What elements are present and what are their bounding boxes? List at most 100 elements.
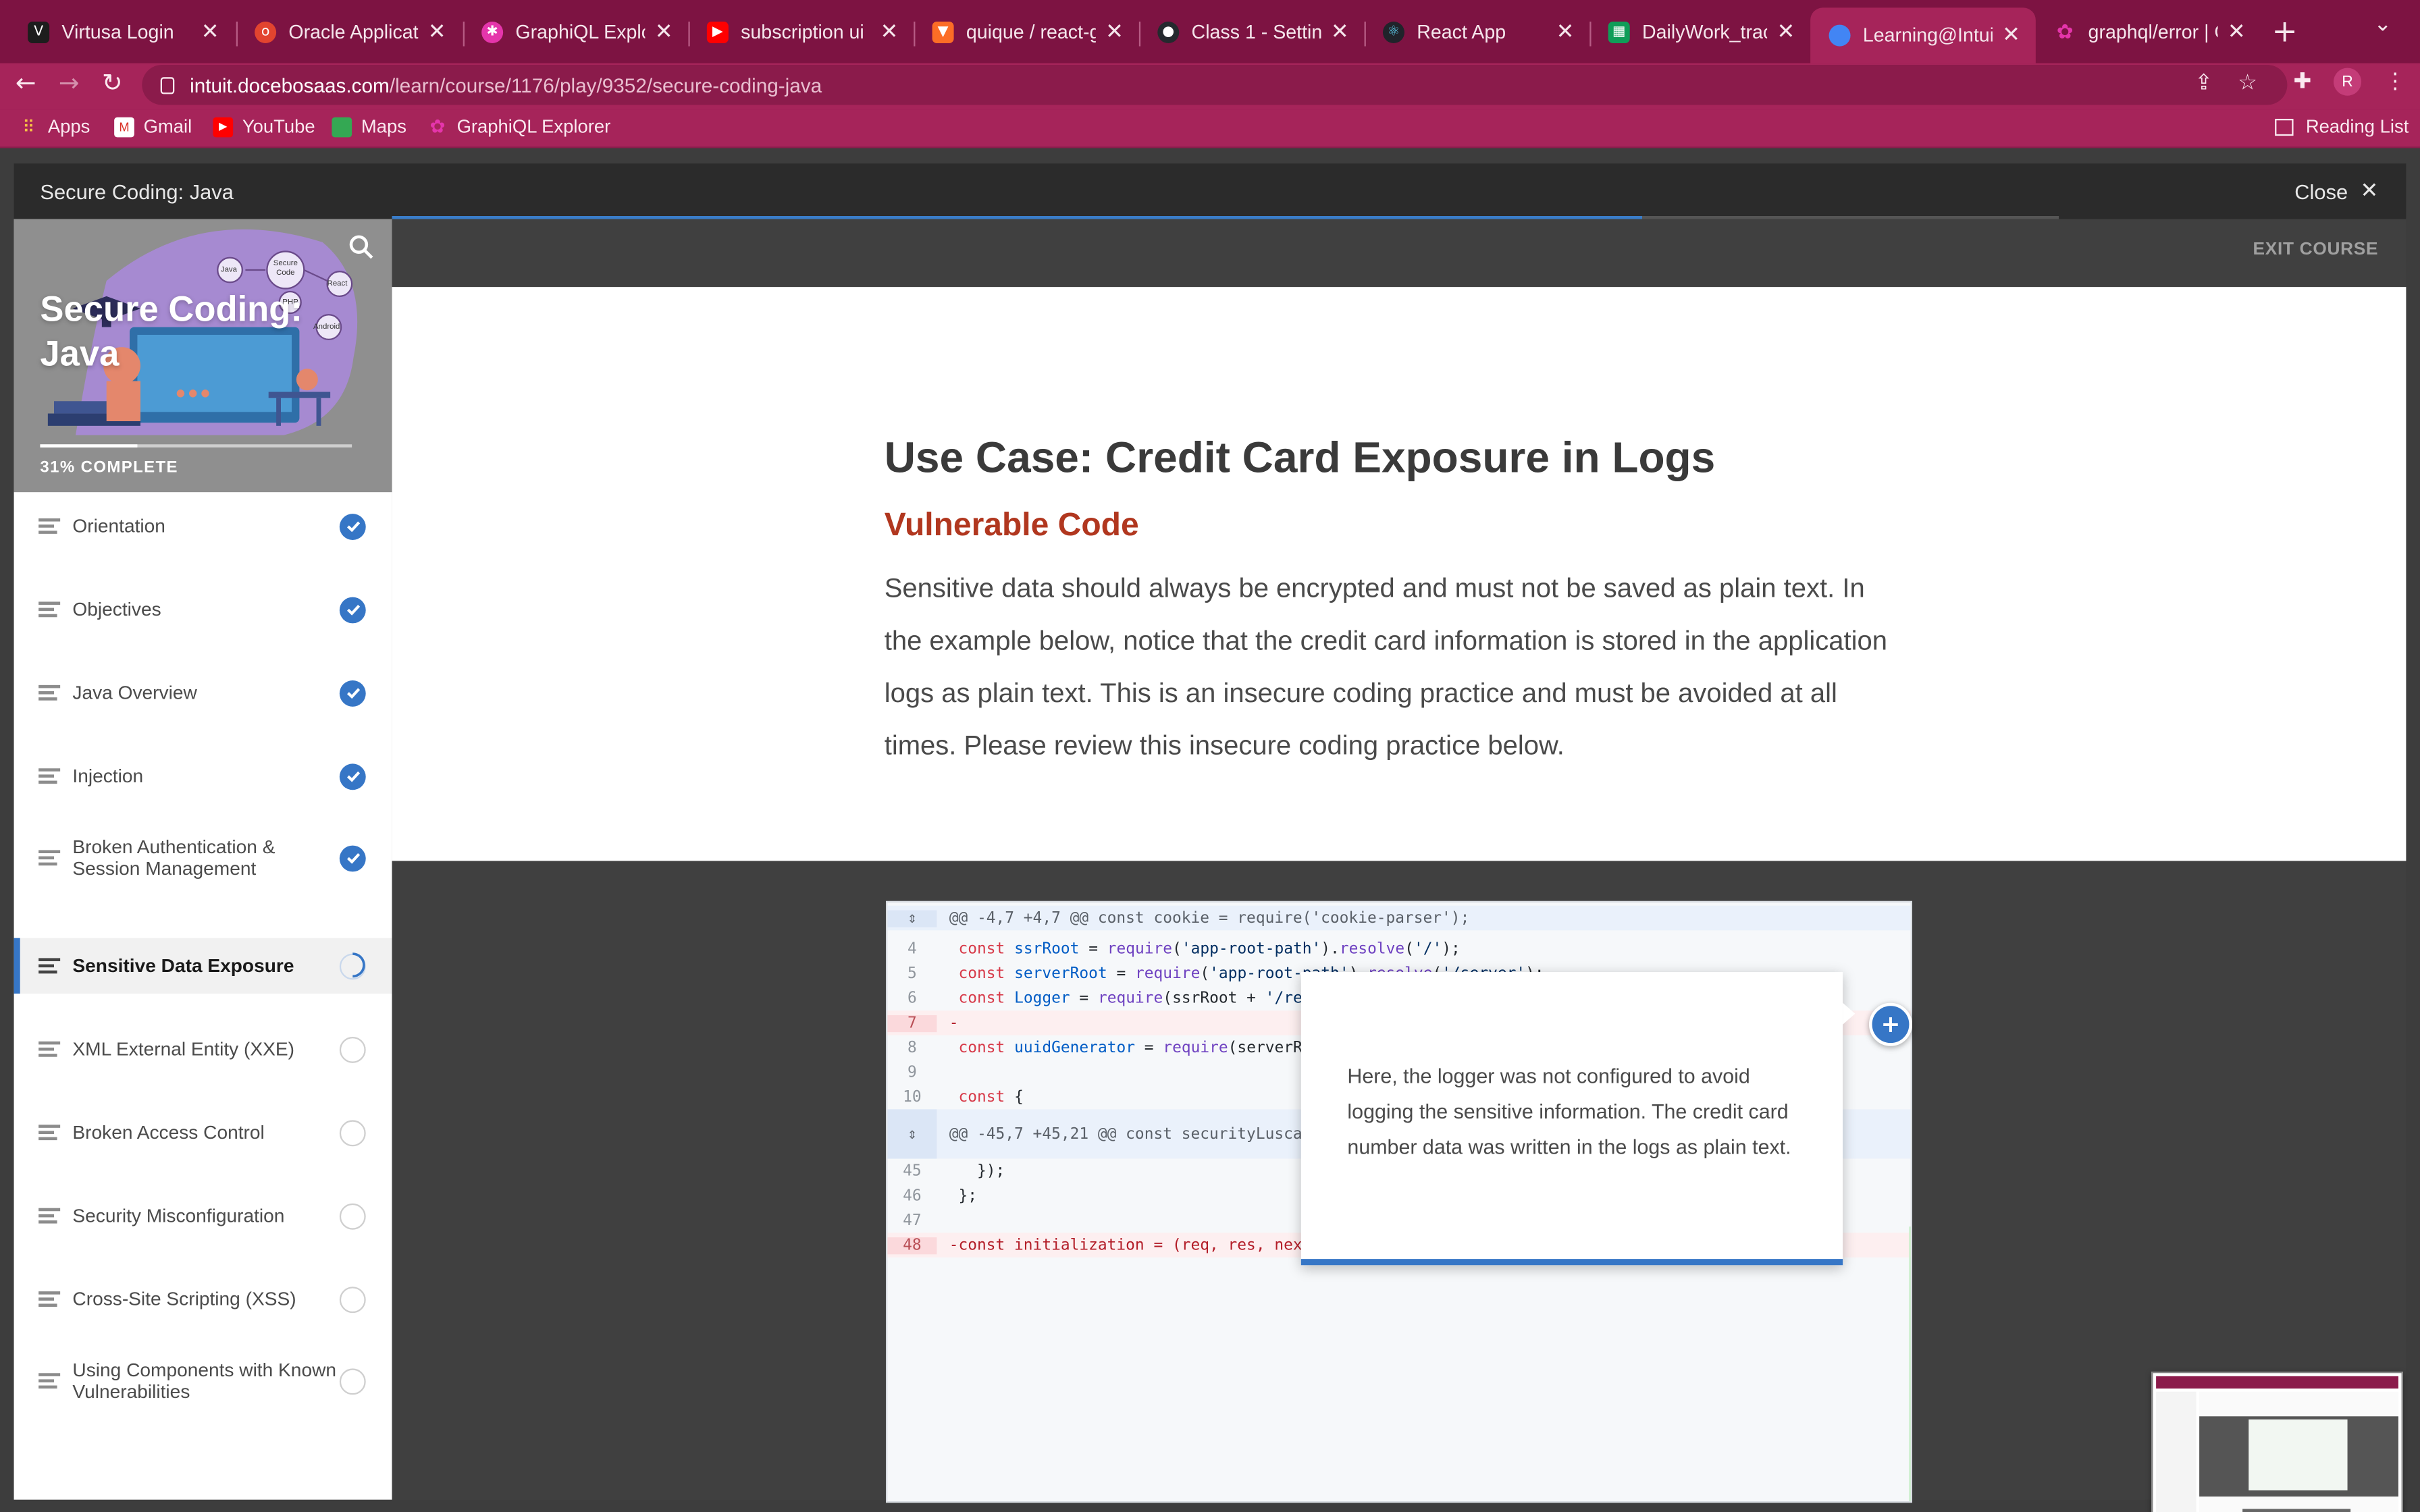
profile-avatar[interactable]: R — [2333, 68, 2362, 96]
extensions-puzzle-icon[interactable]: ✚ — [2294, 70, 2312, 94]
gitlab-icon: ▼ — [932, 21, 954, 43]
line-number: 47 — [903, 1212, 922, 1229]
line-number: 5 — [907, 965, 917, 982]
lesson-list-icon — [38, 1205, 61, 1227]
lesson-item[interactable]: Sensitive Data Exposure — [14, 938, 392, 994]
reading-list-label: Reading List — [2305, 115, 2409, 138]
tab-label: quique / react-gra — [966, 21, 1097, 43]
address-bar[interactable]: intuit.docebosaas.com/learn/course/1176/… — [142, 64, 2288, 105]
lesson-item[interactable]: Broken Access Control — [14, 1105, 392, 1160]
tab-youtube[interactable]: ▶ subscription ui re ✕ — [688, 7, 914, 57]
reload-icon[interactable]: ↻ — [102, 68, 123, 97]
tab-sheets[interactable]: ▦ DailyWork_tracker ✕ — [1589, 7, 1810, 57]
url-host: intuit.docebosaas.com — [190, 73, 390, 97]
code-text: const { — [958, 1088, 1024, 1106]
tab-github[interactable]: ● Class 1 - Setting u ✕ — [1139, 7, 1365, 57]
close-tab-icon[interactable]: ✕ — [1331, 20, 1349, 45]
search-icon[interactable] — [349, 234, 374, 259]
hunk-text: @@ -4,7 +4,7 @@ const cookie = require('… — [949, 909, 1470, 927]
in-progress-icon — [339, 952, 366, 979]
close-tab-icon[interactable]: ✕ — [880, 20, 898, 45]
completion-text: 31% COMPLETE — [40, 458, 178, 477]
graphiql-icon: ✱ — [481, 21, 504, 43]
tab-graphql-error[interactable]: ✿ graphql/error | Gra ✕ — [2036, 7, 2261, 57]
tab-graphiql[interactable]: ✱ GraphiQL Explorer ✕ — [463, 7, 689, 57]
reading-list-icon — [2275, 117, 2294, 135]
diff-hunk-header: ⇕ @@ -4,7 +4,7 @@ const cookie = require… — [887, 905, 1911, 931]
tab-label: Learning@Intuit — [1862, 24, 1993, 47]
player-header: Secure Coding: Java Close ✕ — [14, 163, 2406, 219]
lesson-list-icon — [38, 1038, 61, 1060]
bookmark-graphiql[interactable]: ✿ GraphiQL Explorer — [427, 115, 610, 137]
tab-search-chevron-icon[interactable]: ⌄ — [2373, 12, 2392, 37]
lesson-item[interactable]: Injection — [14, 749, 392, 804]
line-number: 7 — [887, 1014, 937, 1031]
apps-grid-icon: ⠿ — [22, 116, 35, 137]
lesson-item[interactable]: XML External Entity (XXE) — [14, 1021, 392, 1077]
exit-course-button[interactable]: EXIT COURSE — [2253, 241, 2379, 259]
line-number: 6 — [907, 990, 917, 1007]
code-text: -const initialization = (req, res, next)… — [949, 1236, 1349, 1254]
lesson-item[interactable]: Security Misconfiguration — [14, 1188, 392, 1243]
close-tab-icon[interactable]: ✕ — [428, 20, 446, 45]
close-tab-icon[interactable]: ✕ — [201, 20, 219, 45]
close-tab-icon[interactable]: ✕ — [2228, 20, 2246, 45]
lesson-item[interactable]: Objectives — [14, 582, 392, 637]
back-arrow-icon[interactable]: ← — [16, 68, 36, 97]
lesson-item[interactable]: Java Overview — [14, 665, 392, 720]
reading-list[interactable]: Reading List — [2275, 115, 2409, 137]
tab-gitlab[interactable]: ▼ quique / react-gra ✕ — [914, 7, 1139, 57]
lesson-list-icon — [38, 1288, 61, 1310]
lesson-item[interactable]: Orientation — [14, 498, 392, 554]
tab-label: graphql/error | Gra — [2088, 21, 2219, 43]
picture-in-picture-thumbnail[interactable] — [2151, 1371, 2403, 1512]
new-tab-icon[interactable]: + — [2272, 12, 2298, 49]
tab-learning-intuit[interactable]: Learning@Intuit ✕ — [1810, 7, 2036, 63]
bookmark-youtube[interactable]: ▶ YouTube — [213, 115, 315, 137]
bookmark-star-icon[interactable]: ☆ — [2238, 71, 2257, 96]
not-started-icon — [339, 1368, 366, 1395]
not-started-icon — [339, 1119, 366, 1146]
lock-icon[interactable] — [160, 76, 175, 94]
page-background: Secure Coding: Java Close ✕ Java Secure … — [0, 148, 2420, 1512]
lesson-item[interactable]: Using Components with Known Vulnerabilit… — [14, 1347, 392, 1415]
lesson-item[interactable]: Cross-Site Scripting (XSS) — [14, 1271, 392, 1326]
close-button[interactable]: Close ✕ — [2294, 179, 2378, 204]
code-text: - — [949, 1014, 959, 1031]
expand-icon[interactable]: ⇕ — [887, 1109, 937, 1159]
tab-oracle[interactable]: o Oracle Application ✕ — [236, 7, 462, 57]
lesson-list-icon — [38, 765, 61, 787]
close-tab-icon[interactable]: ✕ — [655, 20, 673, 45]
lesson-content: EXIT COURSE Use Case: Credit Card Exposu… — [392, 219, 2406, 1503]
share-icon[interactable]: ⇪ — [2194, 71, 2213, 96]
completed-check-icon — [339, 763, 366, 790]
bookmark-gmail[interactable]: M Gmail — [114, 115, 192, 137]
line-number: 8 — [907, 1039, 917, 1056]
course-hero: Java Secure Code React PHP Android Secur… — [14, 219, 392, 493]
close-icon: ✕ — [2360, 179, 2379, 204]
close-tab-icon[interactable]: ✕ — [1105, 20, 1124, 45]
close-tab-icon[interactable]: ✕ — [1777, 20, 1795, 45]
address-toolbar: ← → ↻ intuit.docebosaas.com/learn/course… — [0, 63, 2420, 110]
expand-icon[interactable]: ⇕ — [887, 909, 937, 927]
close-tab-icon[interactable]: ✕ — [2002, 23, 2020, 48]
lesson-item[interactable]: Broken Authentication & Session Manageme… — [14, 824, 392, 892]
bookmark-maps[interactable]: Maps — [332, 115, 406, 137]
browser-menu-icon[interactable]: ⋮ — [2384, 70, 2406, 94]
line-number: 48 — [887, 1236, 937, 1254]
forward-arrow-icon[interactable]: → — [59, 68, 80, 97]
tab-label: React App — [1417, 21, 1506, 43]
tab-virtusa[interactable]: V Virtusa Login ✕ — [9, 7, 235, 57]
hotspot-tooltip: Here, the logger was not configured to a… — [1300, 971, 1856, 1266]
graphiql-icon: ✿ — [429, 115, 446, 138]
bookmark-apps[interactable]: ⠿ Apps — [18, 115, 90, 137]
youtube-icon: ▶ — [706, 21, 729, 43]
badge-java: Java — [220, 265, 237, 275]
tab-label: Class 1 - Setting u — [1191, 21, 1322, 43]
tab-strip: V Virtusa Login ✕ o Oracle Application ✕… — [0, 0, 2420, 63]
hotspot-plus-button[interactable]: + — [1868, 1002, 1912, 1046]
bookmark-label: Maps — [361, 115, 406, 138]
tab-react[interactable]: ⚛ React App ✕ — [1365, 7, 1590, 57]
url-path: /learn/course/1176/play/9352/secure-codi… — [389, 73, 822, 97]
close-tab-icon[interactable]: ✕ — [1556, 20, 1575, 45]
